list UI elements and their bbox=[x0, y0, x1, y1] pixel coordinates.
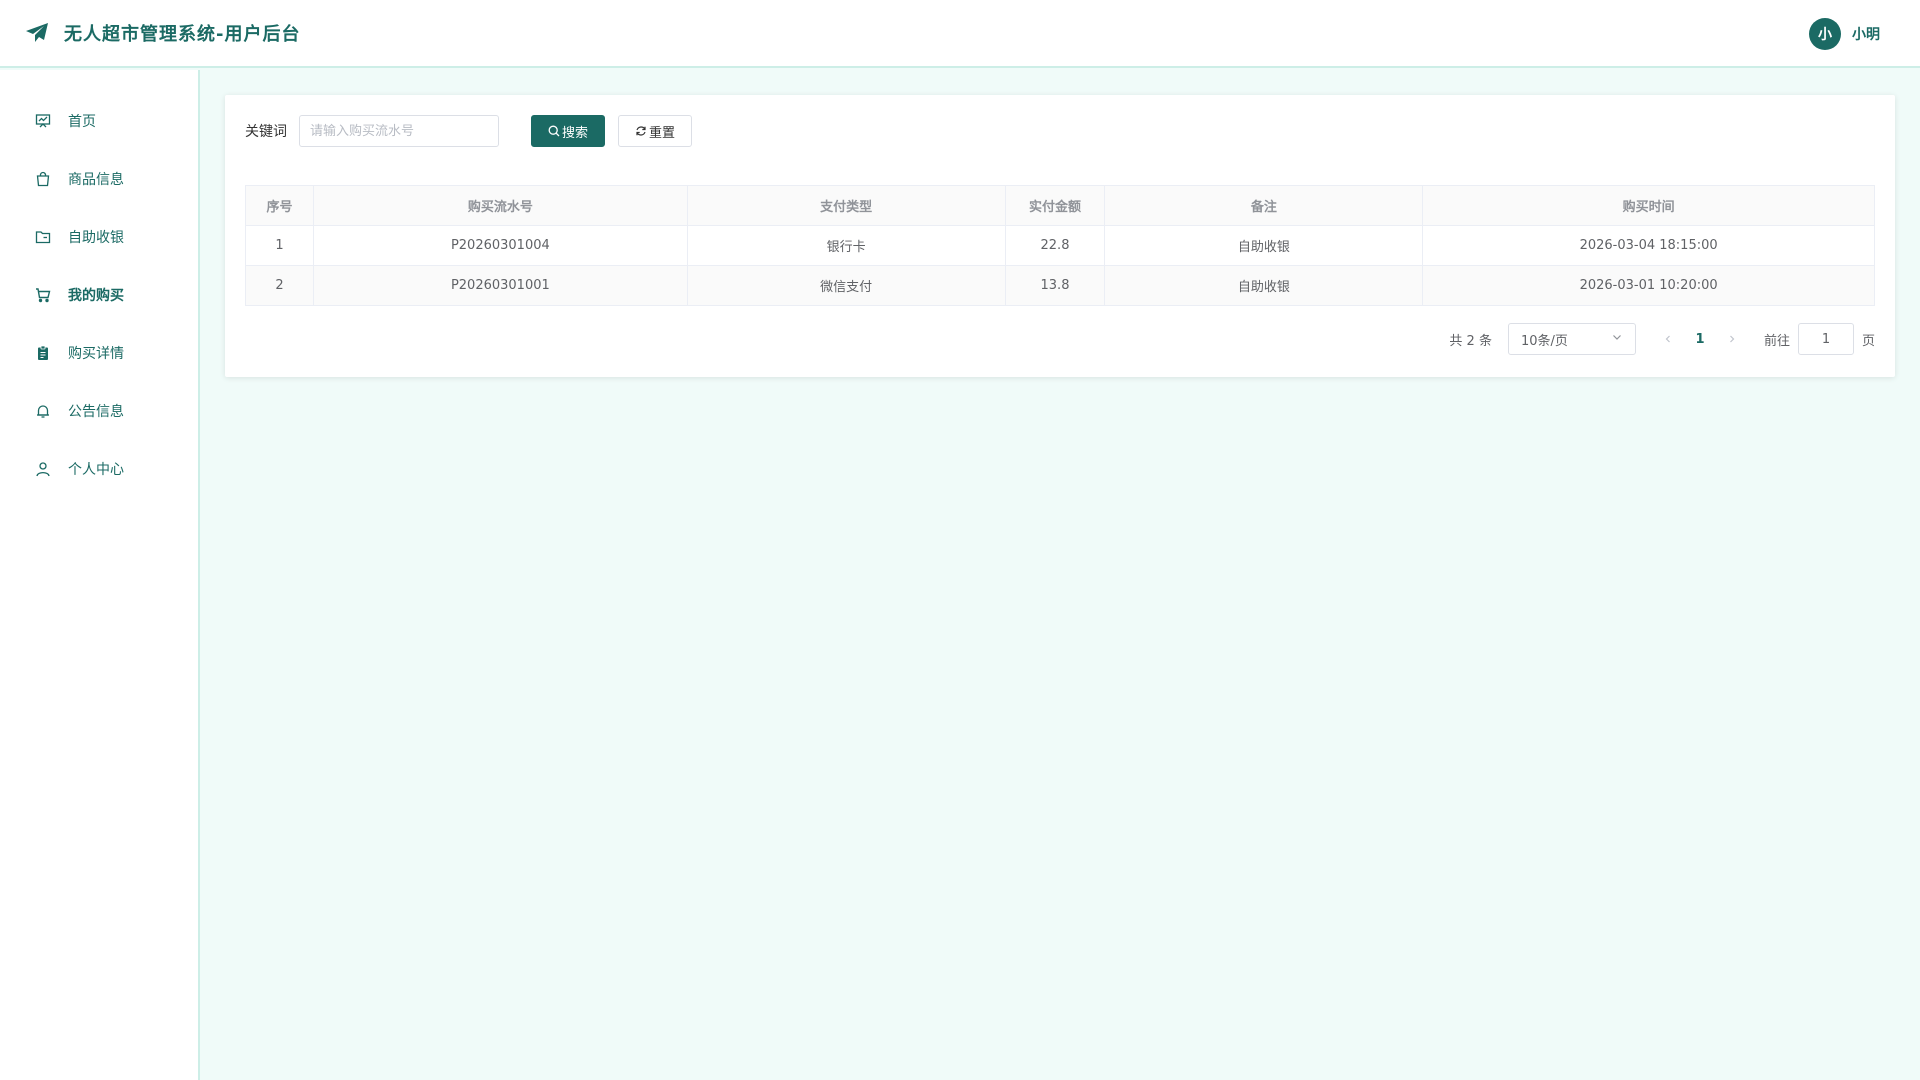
cell-serial-number: P20260301004 bbox=[312, 225, 688, 266]
prev-page-button[interactable] bbox=[1652, 323, 1684, 355]
goto-suffix: 页 bbox=[1861, 333, 1875, 349]
cell-remark: 自助收银 bbox=[1104, 265, 1424, 306]
chevron-left-icon bbox=[1665, 335, 1670, 343]
table-row[interactable]: 1 P20260301004 银行卡 22.8 自助收银 2026-03-04 … bbox=[245, 225, 1875, 266]
chevron-right-icon bbox=[1730, 335, 1735, 343]
sidebar-item-label: 公告信息 bbox=[68, 404, 124, 420]
sidebar-item-my-purchases[interactable]: 我的购买 bbox=[0, 266, 198, 324]
table-row[interactable]: 2 P20260301001 微信支付 13.8 自助收银 2026-03-01… bbox=[245, 265, 1875, 306]
clipboard-icon bbox=[34, 344, 52, 362]
avatar[interactable]: 小 bbox=[1809, 18, 1841, 50]
reset-button-label: 重置 bbox=[648, 125, 675, 141]
sidebar-item-label: 我的购买 bbox=[68, 288, 124, 304]
sidebar-item-home[interactable]: 首页 bbox=[0, 92, 198, 150]
search-button-label: 搜索 bbox=[561, 125, 588, 141]
page-size-value: 10条/页 bbox=[1520, 333, 1568, 349]
paper-plane-icon bbox=[25, 21, 50, 46]
cell-amount: 13.8 bbox=[1004, 265, 1106, 306]
sidebar-item-label: 购买详情 bbox=[68, 346, 124, 362]
sidebar-item-label: 个人中心 bbox=[68, 462, 124, 478]
column-header: 购买流水号 bbox=[312, 185, 688, 226]
top-header: 无人超市管理系统-用户后台 小 小明 bbox=[0, 0, 1920, 68]
cell-remark: 自助收银 bbox=[1104, 225, 1424, 266]
sidebar-item-profile[interactable]: 个人中心 bbox=[0, 440, 198, 498]
sidebar-item-self-checkout[interactable]: 自助收银 bbox=[0, 208, 198, 266]
page-size-select[interactable]: 10条/页 bbox=[1507, 323, 1636, 355]
search-icon bbox=[548, 125, 560, 137]
cell-serial-number: P20260301001 bbox=[312, 265, 688, 306]
app-title: 无人超市管理系统-用户后台 bbox=[64, 24, 301, 45]
keyword-input[interactable] bbox=[299, 115, 499, 147]
sidebar-item-announcements[interactable]: 公告信息 bbox=[0, 382, 198, 440]
next-page-button[interactable] bbox=[1716, 323, 1748, 355]
column-header: 序号 bbox=[245, 185, 314, 226]
purchase-list-card: 关键词 搜索 重置 序号 bbox=[225, 95, 1895, 377]
user-menu[interactable]: 小 小明 bbox=[1809, 18, 1880, 50]
sidebar-item-label: 首页 bbox=[68, 114, 96, 130]
cell-purchase-time: 2026-03-01 10:20:00 bbox=[1422, 265, 1875, 306]
shopping-bag-icon bbox=[34, 170, 52, 188]
cell-payment-type: 微信支付 bbox=[686, 265, 1006, 306]
shopping-cart-icon bbox=[34, 286, 52, 304]
reset-button[interactable]: 重置 bbox=[618, 115, 692, 147]
cell-purchase-time: 2026-03-04 18:15:00 bbox=[1422, 225, 1875, 266]
search-button[interactable]: 搜索 bbox=[531, 115, 605, 147]
column-header: 支付类型 bbox=[686, 185, 1006, 226]
cell-payment-type: 银行卡 bbox=[686, 225, 1006, 266]
purchase-table: 序号 购买流水号 支付类型 实付金额 备注 购买时间 1 P2026030100… bbox=[245, 185, 1875, 306]
total-count: 共 2 条 bbox=[1449, 333, 1492, 349]
sidebar-item-products[interactable]: 商品信息 bbox=[0, 150, 198, 208]
refresh-icon bbox=[635, 125, 647, 137]
goto-page-input[interactable] bbox=[1797, 323, 1854, 355]
goto-label: 前往 bbox=[1763, 333, 1790, 349]
chart-board-icon bbox=[34, 112, 52, 130]
search-bar: 关键词 搜索 重置 bbox=[245, 115, 692, 147]
cell-amount: 22.8 bbox=[1004, 225, 1106, 266]
column-header: 备注 bbox=[1104, 185, 1424, 226]
chevron-down-icon bbox=[1611, 331, 1623, 347]
keyword-label: 关键词 bbox=[245, 124, 287, 140]
page-number-button[interactable]: 1 bbox=[1684, 323, 1716, 355]
sidebar-item-purchase-details[interactable]: 购买详情 bbox=[0, 324, 198, 382]
cell-index: 1 bbox=[245, 225, 314, 266]
user-icon bbox=[34, 460, 52, 478]
sidebar: 首页 商品信息 自助收银 我的购买 购买详情 公告信息 个人中心 bbox=[0, 70, 200, 1080]
sidebar-item-label: 自助收银 bbox=[68, 230, 124, 246]
bell-icon bbox=[34, 402, 52, 420]
column-header: 购买时间 bbox=[1422, 185, 1875, 226]
folder-icon bbox=[34, 228, 52, 246]
pagination: 共 2 条 10条/页 1 前往 页 bbox=[1449, 323, 1875, 355]
table-header-row: 序号 购买流水号 支付类型 实付金额 备注 购买时间 bbox=[245, 185, 1875, 226]
username[interactable]: 小明 bbox=[1852, 24, 1880, 44]
column-header: 实付金额 bbox=[1004, 185, 1106, 226]
cell-index: 2 bbox=[245, 265, 314, 306]
sidebar-item-label: 商品信息 bbox=[68, 172, 124, 188]
